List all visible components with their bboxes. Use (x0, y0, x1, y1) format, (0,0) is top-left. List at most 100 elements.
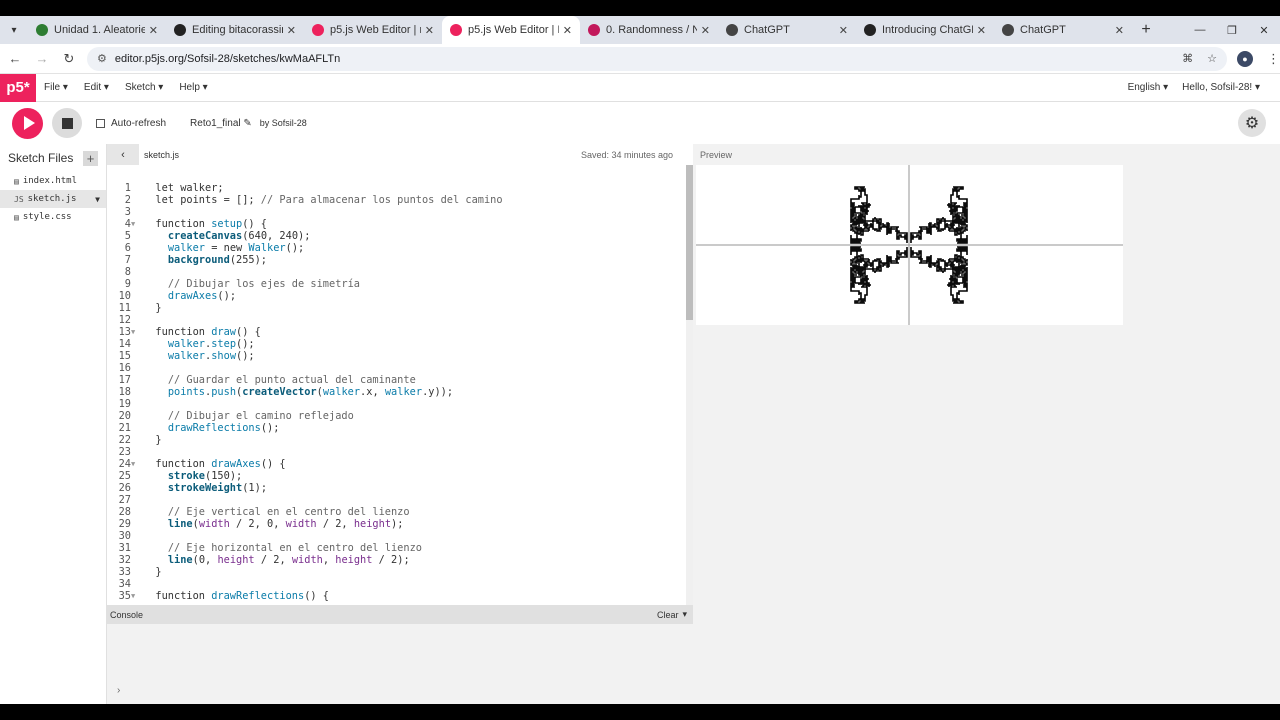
code-line: 8 (107, 266, 693, 278)
tab-close-icon[interactable]: ✕ (149, 24, 158, 37)
code-editor[interactable]: 1 let walker; 2 let points = []; // Para … (107, 165, 693, 605)
menu-item[interactable]: Sketch ▾ (125, 82, 163, 93)
tab-close-icon[interactable]: ✕ (1115, 24, 1124, 37)
code-line: 9 // Dibujar los ejes de simetría (107, 278, 693, 290)
line-number: 32 (118, 554, 131, 566)
browser-tab[interactable]: 0. Randomness / Nature o ✕ (580, 16, 718, 44)
fold-marker-icon (131, 254, 143, 266)
fold-marker-icon[interactable]: ▼ (131, 458, 143, 470)
browser-tab[interactable]: p5.js Web Editor | manda ✕ (304, 16, 442, 44)
fold-marker-icon[interactable]: ▼ (131, 218, 143, 230)
browser-tab[interactable]: ChatGPT ✕ (994, 16, 1132, 44)
tab-close-icon[interactable]: ✕ (563, 24, 572, 37)
user-menu[interactable]: Hello, Sofsil-28! ▾ (1182, 82, 1260, 93)
collapse-sidebar-icon[interactable]: ‹ (107, 144, 139, 165)
line-number: 3 (124, 206, 131, 218)
tab-close-icon[interactable]: ✕ (839, 24, 848, 37)
code-line: 22 } (107, 434, 693, 446)
code-line: 10 drawAxes(); (107, 290, 693, 302)
line-number: 5 (124, 230, 131, 242)
line-number: 34 (118, 578, 131, 590)
reload-icon[interactable]: ↻ (57, 51, 81, 67)
close-window-icon[interactable]: ✕ (1248, 24, 1280, 37)
browser-tab[interactable]: Editing bitacorassimulacio ✕ (166, 16, 304, 44)
p5-logo[interactable]: p5* (0, 73, 36, 102)
restore-icon[interactable]: ❐ (1216, 24, 1248, 37)
preview-label: Preview (700, 150, 733, 160)
line-number: 9 (124, 278, 131, 290)
minimize-icon[interactable]: — (1184, 24, 1216, 36)
profile-avatar-icon[interactable]: ● (1237, 50, 1253, 67)
tab-search-icon[interactable]: ▾ (0, 16, 28, 44)
browser-tab[interactable]: ChatGPT ✕ (718, 16, 856, 44)
back-icon[interactable]: ← (3, 51, 27, 66)
sketch-name[interactable]: Reto1_final ✎ (190, 118, 252, 129)
code-line: 11 } (107, 302, 693, 314)
file-item[interactable]: ▤ style.css (0, 208, 106, 226)
auto-refresh-checkbox[interactable] (96, 118, 105, 128)
reflected-walk-path (850, 186, 908, 244)
browser-tab[interactable]: Unidad 1. Aleatoriedad — ✕ (28, 16, 166, 44)
bookmark-star-icon[interactable]: ☆ (1207, 52, 1217, 65)
file-item[interactable]: JS sketch.js ▼ (0, 190, 106, 208)
code-line: 3 (107, 206, 693, 218)
browser-tab[interactable]: p5.js Web Editor | Reto1_ ✕ (442, 16, 580, 44)
fold-marker-icon (131, 206, 143, 218)
code-line: 16 (107, 362, 693, 374)
code-text: } (143, 434, 162, 446)
editor-scrollbar-thumb[interactable] (686, 165, 693, 320)
code-line: 21 drawReflections(); (107, 422, 693, 434)
file-item[interactable]: ▤ index.html (0, 172, 106, 190)
code-line: 35 ▼ function drawReflections() { (107, 590, 693, 602)
fold-marker-icon (131, 182, 143, 194)
line-number: 21 (118, 422, 131, 434)
auto-refresh-toggle[interactable]: Auto-refresh (96, 118, 166, 129)
code-lines: 1 let walker; 2 let points = []; // Para … (107, 165, 693, 602)
line-number: 16 (118, 362, 131, 374)
editor-scrollbar[interactable] (686, 165, 693, 605)
tab-title: Introducing ChatGPT | Op (882, 24, 973, 36)
menu-item[interactable]: File ▾ (44, 82, 68, 93)
stop-button[interactable] (52, 108, 82, 138)
fold-marker-icon[interactable]: ▼ (131, 590, 143, 602)
fold-marker-icon (131, 374, 143, 386)
translate-icon[interactable]: ⌘ (1182, 52, 1193, 65)
tab-title: Unidad 1. Aleatoriedad — (54, 24, 145, 36)
console-clear-button[interactable]: Clear (657, 610, 679, 620)
console-panel[interactable]: › (107, 624, 693, 704)
save-status: Saved: 34 minutes ago (580, 149, 673, 160)
code-line: 28 // Eje vertical en el centro del lien… (107, 506, 693, 518)
new-tab-button[interactable]: + (1132, 16, 1160, 44)
url-field[interactable]: ⚙ editor.p5js.org/Sofsil-28/sketches/kwM… (87, 46, 1227, 71)
tab-close-icon[interactable]: ✕ (425, 24, 434, 37)
console-prompt[interactable]: › (117, 685, 120, 696)
tab-close-icon[interactable]: ✕ (701, 24, 710, 37)
tab-close-icon[interactable]: ✕ (287, 24, 296, 37)
menu-item[interactable]: Help ▾ (179, 82, 207, 93)
code-text: points.push(createVector(walker.x, walke… (167, 386, 454, 398)
site-info-icon[interactable]: ⚙ (97, 52, 107, 65)
line-number: 13 (118, 326, 131, 338)
code-line: 13 ▼ function draw() { (107, 326, 693, 338)
language-menu[interactable]: English ▾ (1128, 82, 1169, 93)
browser-tab[interactable]: Introducing ChatGPT | Op ✕ (856, 16, 994, 44)
tab-favicon-icon (1002, 24, 1014, 36)
forward-icon[interactable]: → (30, 51, 54, 66)
browser-menu-icon[interactable]: ⋮ (1267, 51, 1280, 67)
sketch-canvas[interactable] (696, 165, 1123, 325)
menu-item[interactable]: Edit ▾ (84, 82, 109, 93)
tab-close-icon[interactable]: ✕ (977, 24, 986, 37)
settings-gear-icon[interactable]: ⚙ (1238, 109, 1266, 137)
file-options-icon[interactable]: ▼ (95, 195, 100, 204)
code-text: walker.step(); (167, 338, 255, 350)
fold-marker-icon[interactable]: ▼ (131, 326, 143, 338)
line-number: 18 (118, 386, 131, 398)
add-file-icon[interactable]: + (83, 150, 98, 166)
fold-marker-icon (131, 446, 143, 458)
fold-marker-icon (131, 566, 143, 578)
console-collapse-icon[interactable]: ▾ (682, 609, 687, 620)
play-button[interactable] (12, 107, 43, 139)
